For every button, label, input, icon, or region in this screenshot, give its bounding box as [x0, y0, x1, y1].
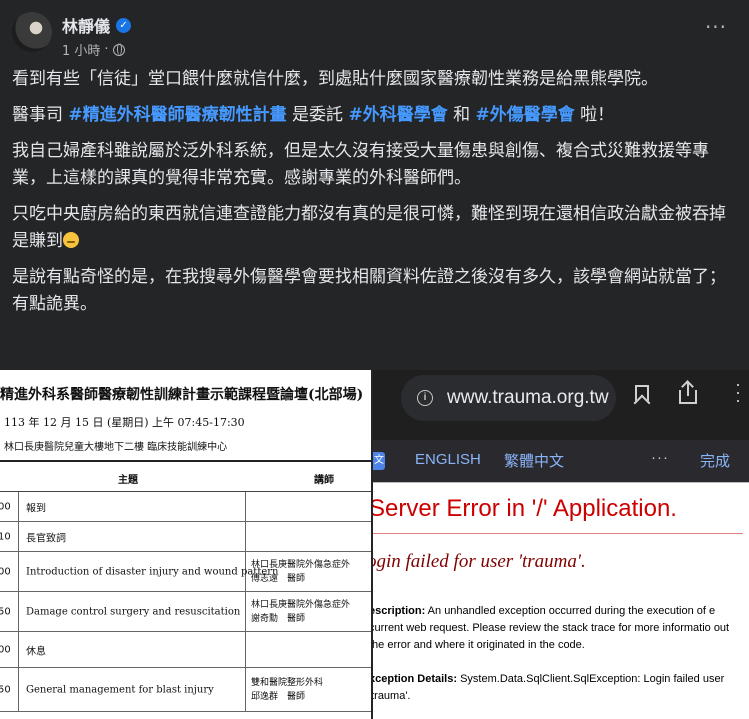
error-divider	[373, 533, 743, 534]
url-bar[interactable]: i www.trauma.org.tw	[401, 375, 616, 421]
error-title: Server Error in '/' Application.	[373, 495, 677, 522]
row-speaker: 林口長庚醫院外傷急症外 謝奇勳 醫師	[251, 599, 351, 624]
hashtag-link-1[interactable]: #精進外科醫師醫療韌性計畫	[68, 105, 286, 125]
table-row: 00 休息	[0, 632, 371, 668]
doc-title: 精進外科系醫師醫療韌性訓練計畫示範課程暨論壇(北部場)	[0, 387, 364, 403]
facebook-post: 林靜儀 ✓ 1 小時 · ··· 看到有些「信徒」堂口餵什麼就信什麼，到處貼什麼…	[0, 0, 749, 719]
browser-screenshot-image[interactable]: i www.trauma.org.tw · · · 文 ENGLISH 繁體中文 ·…	[373, 370, 749, 719]
row-time: 00	[0, 644, 11, 655]
overflow-menu-icon[interactable]: · · ·	[733, 375, 743, 409]
table-header: 主題 講師	[0, 462, 371, 492]
bookmark-icon[interactable]	[635, 385, 649, 403]
row-time: 10	[0, 531, 11, 542]
post-paragraph-1: 看到有些「信徒」堂口餵什麼就信什麼，到處貼什麼國家醫療韌性業務是給黑熊學院。	[12, 69, 658, 89]
verified-badge-icon: ✓	[116, 17, 132, 33]
post-paragraph-3: 我自己婦產科雖說屬於泛外科系統，但是太久沒有接受大量傷患與創傷、複合式災難救援等…	[12, 141, 709, 188]
post-timestamp[interactable]: 1 小時	[62, 40, 100, 59]
row-topic: 長官致詞	[26, 533, 66, 544]
more-options-button[interactable]: ···	[701, 17, 731, 42]
meta-separator: ·	[104, 42, 109, 57]
author-name[interactable]: 林靜儀	[62, 13, 110, 37]
row-topic: 休息	[26, 646, 46, 657]
row-time: 50	[0, 606, 11, 617]
translate-icon: 文	[373, 452, 385, 470]
table-row: 50 General management for blast injury 雙…	[0, 668, 371, 712]
row-speaker: 林口長庚醫院外傷急症外 傅志遠 醫師	[251, 559, 351, 584]
post-text: 看到有些「信徒」堂口餵什麼就信什麼，到處貼什麼國家醫療韌性業務是給黑熊學院。 醫…	[12, 66, 732, 327]
doc-venue: 林口長庚醫院兒童大樓地下二樓 臨床技能訓練中心	[4, 442, 228, 453]
table-row: 00 Introduction of disaster injury and w…	[0, 552, 371, 592]
globe-icon[interactable]	[112, 43, 125, 56]
p2-text-c: 和	[447, 105, 476, 125]
server-error-page: Server Error in '/' Application. ogin fa…	[373, 482, 749, 719]
error-description: escription: An unhandled exception occur…	[373, 603, 745, 654]
info-icon[interactable]: i	[417, 390, 433, 406]
translate-bar: 文 ENGLISH 繁體中文 ··· 完成	[373, 440, 749, 482]
row-topic: Damage control surgery and resuscitation	[26, 606, 241, 617]
author-avatar[interactable]	[12, 12, 52, 52]
schedule-document-image[interactable]: 精進外科系醫師醫療韌性訓練計畫示範課程暨論壇(北部場) 113 年 12 月 1…	[0, 370, 371, 719]
table-row: 00 報到	[0, 492, 371, 522]
p2-text-d: 啦！	[574, 105, 615, 125]
desc-label: escription:	[373, 605, 426, 617]
hashtag-link-2[interactable]: #外科醫學會	[348, 105, 447, 125]
p4-text: 只吃中央廚房給的東西就信連查證能力都沒有真的是很可憐，難怪到現在還相信政治獻金被…	[12, 204, 726, 251]
post-header: 林靜儀 ✓ 1 小時 · ···	[0, 0, 749, 64]
sweat-smile-emoji-icon	[63, 232, 79, 248]
row-speaker: 雙和醫院整形外科 邱逸群 醫師	[251, 677, 324, 702]
row-time: 00	[0, 566, 11, 577]
row-topic: General management for blast injury	[26, 684, 214, 695]
hashtag-link-3[interactable]: #外傷醫學會	[476, 105, 575, 125]
translate-done-button[interactable]: 完成	[700, 450, 730, 471]
header-topic: 主題	[118, 475, 138, 486]
post-meta: 1 小時 ·	[62, 40, 125, 59]
post-images: 精進外科系醫師醫療韌性訓練計畫示範課程暨論壇(北部場) 113 年 12 月 1…	[0, 370, 749, 719]
details-label: xception Details:	[373, 673, 458, 685]
p2-text-b: 是委託	[286, 105, 349, 125]
post-paragraph-4: 只吃中央廚房給的東西就信連查證能力都沒有真的是很可憐，難怪到現在還相信政治獻金被…	[12, 201, 732, 255]
doc-date: 113 年 12 月 15 日 (星期日) 上午 07:45-17:30	[4, 416, 245, 429]
row-time: 00	[0, 501, 11, 512]
desc-text: An unhandled exception occurred during t…	[373, 605, 730, 651]
row-topic: 報到	[26, 503, 46, 514]
row-topic: Introduction of disaster injury and woun…	[26, 566, 279, 577]
author-row: 林靜儀 ✓	[62, 13, 132, 37]
post-paragraph-2: 醫事司 #精進外科醫師醫療韌性計畫 是委託 #外科醫學會 和 #外傷醫學會 啦！	[12, 102, 732, 129]
p2-text-a: 醫事司	[12, 105, 69, 125]
lang-chinese-tab[interactable]: 繁體中文	[504, 450, 564, 471]
schedule-table: 主題 講師 00 報到 10 長官致詞 00 Introduction of d…	[0, 460, 371, 712]
error-subtitle: ogin failed for user 'trauma'.	[373, 551, 586, 572]
table-row: 50 Damage control surgery and resuscitat…	[0, 592, 371, 632]
table-row: 10 長官致詞	[0, 522, 371, 552]
lang-english-tab[interactable]: ENGLISH	[415, 451, 481, 468]
row-time: 50	[0, 684, 11, 695]
share-icon[interactable]	[679, 382, 697, 404]
url-text[interactable]: www.trauma.org.tw	[447, 387, 609, 409]
post-paragraph-5: 是說有點奇怪的是，在我搜尋外傷醫學會要找相關資料佐證之後沒有多久，該學會網站就當…	[12, 267, 726, 314]
header-speaker: 講師	[314, 475, 334, 486]
error-details: xception Details: System.Data.SqlClient.…	[373, 671, 745, 705]
translate-more-button[interactable]: ···	[651, 449, 669, 466]
